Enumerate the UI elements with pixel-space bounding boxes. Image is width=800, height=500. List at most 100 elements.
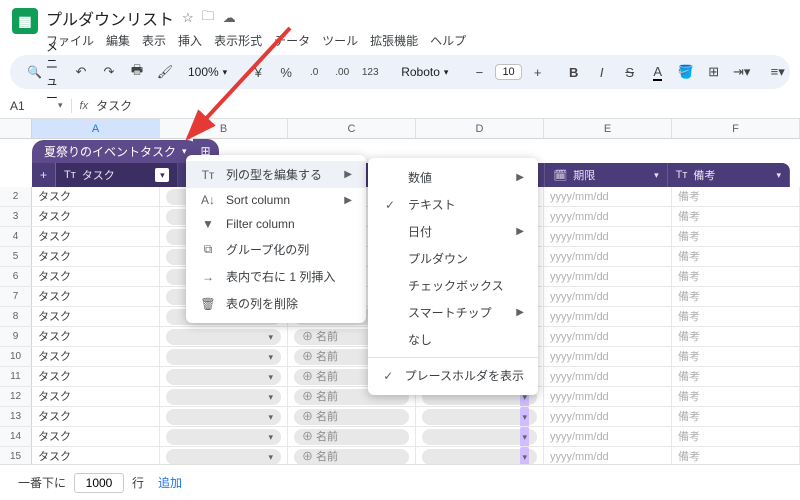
col-dropdown-icon[interactable]: ▾ xyxy=(155,168,169,182)
halign-icon[interactable]: ≡▾ xyxy=(766,60,790,84)
cell-task[interactable]: タスク xyxy=(32,267,160,286)
cell-status[interactable]: ▾ xyxy=(160,387,288,406)
menu-item[interactable]: ⧉グループ化の列 xyxy=(186,236,366,263)
font-size-inc[interactable]: + xyxy=(526,60,550,84)
owner-chip[interactable]: ⊕ 名前 xyxy=(294,409,409,425)
status-chip[interactable]: ▾ xyxy=(166,329,281,345)
cell-task[interactable]: タスク xyxy=(32,247,160,266)
menu-edit[interactable]: 編集 xyxy=(106,32,130,49)
bold-icon[interactable]: B xyxy=(562,60,586,84)
cell-note[interactable]: 備考 xyxy=(672,367,800,386)
cell-deadline[interactable]: yyyy/mm/dd xyxy=(544,327,672,346)
formula-value[interactable]: タスク xyxy=(96,97,132,114)
cell-note[interactable]: 備考 xyxy=(672,307,800,326)
table-col-task[interactable]: Tт タスク ▾ xyxy=(56,163,178,187)
menu-item[interactable]: A↓Sort column▶ xyxy=(186,188,366,212)
menu-insert[interactable]: 挿入 xyxy=(178,32,202,49)
cell-stage[interactable]: ▾ xyxy=(416,427,544,446)
cell-note[interactable]: 備考 xyxy=(672,227,800,246)
cell-note[interactable]: 備考 xyxy=(672,427,800,446)
menu-item[interactable]: 日付▶ xyxy=(368,218,538,245)
col-header-f[interactable]: F xyxy=(672,119,800,138)
col-header-e[interactable]: E xyxy=(544,119,672,138)
menu-item[interactable]: スマートチップ▶ xyxy=(368,299,538,326)
cell-deadline[interactable]: yyyy/mm/dd xyxy=(544,207,672,226)
paint-format-icon[interactable]: 🖌 xyxy=(153,60,177,84)
col-header-d[interactable]: D xyxy=(416,119,544,138)
chevron-down-icon[interactable]: ▾ xyxy=(654,170,659,181)
borders-icon[interactable]: ⊞ xyxy=(702,60,726,84)
cell-note[interactable]: 備考 xyxy=(672,407,800,426)
status-chip[interactable]: ▾ xyxy=(166,369,281,385)
doc-title[interactable]: プルダウンリスト xyxy=(46,6,174,30)
cell-note[interactable]: 備考 xyxy=(672,327,800,346)
menu-format[interactable]: 表示形式 xyxy=(214,32,262,49)
cell-deadline[interactable]: yyyy/mm/dd xyxy=(544,227,672,246)
cell-owner[interactable]: ⊕ 名前 xyxy=(288,407,416,426)
text-color-icon[interactable]: A xyxy=(646,60,670,84)
row-header[interactable]: 3 xyxy=(0,207,32,226)
cell-deadline[interactable]: yyyy/mm/dd xyxy=(544,367,672,386)
fill-color-icon[interactable]: 🪣 xyxy=(674,60,698,84)
dec-decimal-icon[interactable]: .0 xyxy=(302,60,326,84)
row-header[interactable]: 7 xyxy=(0,287,32,306)
menu-help[interactable]: ヘルプ xyxy=(430,32,466,49)
menu-item[interactable]: →表内で右に 1 列挿入 xyxy=(186,263,366,290)
cell-note[interactable]: 備考 xyxy=(672,347,800,366)
redo-icon[interactable]: ↷ xyxy=(97,60,121,84)
font-size-dec[interactable]: − xyxy=(467,60,491,84)
cell-deadline[interactable]: yyyy/mm/dd xyxy=(544,287,672,306)
menu-item[interactable]: チェックボックス xyxy=(368,272,538,299)
menu-data[interactable]: データ xyxy=(274,32,310,49)
cell-task[interactable]: タスク xyxy=(32,287,160,306)
cell-task[interactable]: タスク xyxy=(32,427,160,446)
status-chip[interactable]: ▾ xyxy=(166,429,281,445)
cell-note[interactable]: 備考 xyxy=(672,247,800,266)
star-icon[interactable]: ☆ xyxy=(182,10,194,26)
row-header[interactable]: 10 xyxy=(0,347,32,366)
cell-deadline[interactable]: yyyy/mm/dd xyxy=(544,387,672,406)
cell-task[interactable]: タスク xyxy=(32,387,160,406)
menu-tools[interactable]: ツール xyxy=(322,32,358,49)
row-header[interactable]: 8 xyxy=(0,307,32,326)
cell-task[interactable]: タスク xyxy=(32,227,160,246)
table-col-note[interactable]: Tт 備考 ▾ xyxy=(668,163,790,187)
print-icon[interactable]: 🖶 xyxy=(125,60,149,84)
chevron-down-icon[interactable]: ▾ xyxy=(776,170,781,181)
menu-item-placeholder[interactable]: ✓プレースホルダを表示 xyxy=(368,362,538,389)
menu-extensions[interactable]: 拡張機能 xyxy=(370,32,418,49)
stage-chip[interactable]: ▾ xyxy=(422,449,537,465)
table-col-deadline[interactable]: 🗓 期限 ▾ xyxy=(545,163,667,187)
strike-icon[interactable]: S xyxy=(618,60,642,84)
move-icon[interactable]: 🗀 xyxy=(202,7,215,29)
row-header[interactable]: 4 xyxy=(0,227,32,246)
zoom-select[interactable]: 100%▾ xyxy=(181,62,234,82)
cell-note[interactable]: 備考 xyxy=(672,387,800,406)
cell-task[interactable]: タスク xyxy=(32,187,160,206)
cell-note[interactable]: 備考 xyxy=(672,187,800,206)
cloud-icon[interactable]: ☁ xyxy=(223,10,236,26)
cell-deadline[interactable]: yyyy/mm/dd xyxy=(544,307,672,326)
status-chip[interactable]: ▾ xyxy=(166,349,281,365)
col-header-b[interactable]: B xyxy=(160,119,288,138)
cell-owner[interactable]: ⊕ 名前 xyxy=(288,427,416,446)
menu-item[interactable]: プルダウン xyxy=(368,245,538,272)
cell-status[interactable]: ▾ xyxy=(160,327,288,346)
merge-icon[interactable]: ⇥▾ xyxy=(730,60,754,84)
cell-deadline[interactable]: yyyy/mm/dd xyxy=(544,187,672,206)
cell-stage[interactable]: ▾ xyxy=(416,407,544,426)
undo-icon[interactable]: ↶ xyxy=(69,60,93,84)
menu-item[interactable]: ▼Filter column xyxy=(186,212,366,236)
status-chip[interactable]: ▾ xyxy=(166,389,281,405)
col-header-a[interactable]: A xyxy=(32,119,160,138)
add-row-button[interactable]: + xyxy=(32,163,56,187)
cell-task[interactable]: タスク xyxy=(32,367,160,386)
cell-status[interactable]: ▾ xyxy=(160,407,288,426)
valign-icon[interactable]: ↕▾ xyxy=(794,60,800,84)
menu-item[interactable]: なし xyxy=(368,326,538,353)
cell-deadline[interactable]: yyyy/mm/dd xyxy=(544,267,672,286)
row-header[interactable]: 12 xyxy=(0,387,32,406)
cell-task[interactable]: タスク xyxy=(32,407,160,426)
cell-status[interactable]: ▾ xyxy=(160,367,288,386)
row-header[interactable]: 11 xyxy=(0,367,32,386)
